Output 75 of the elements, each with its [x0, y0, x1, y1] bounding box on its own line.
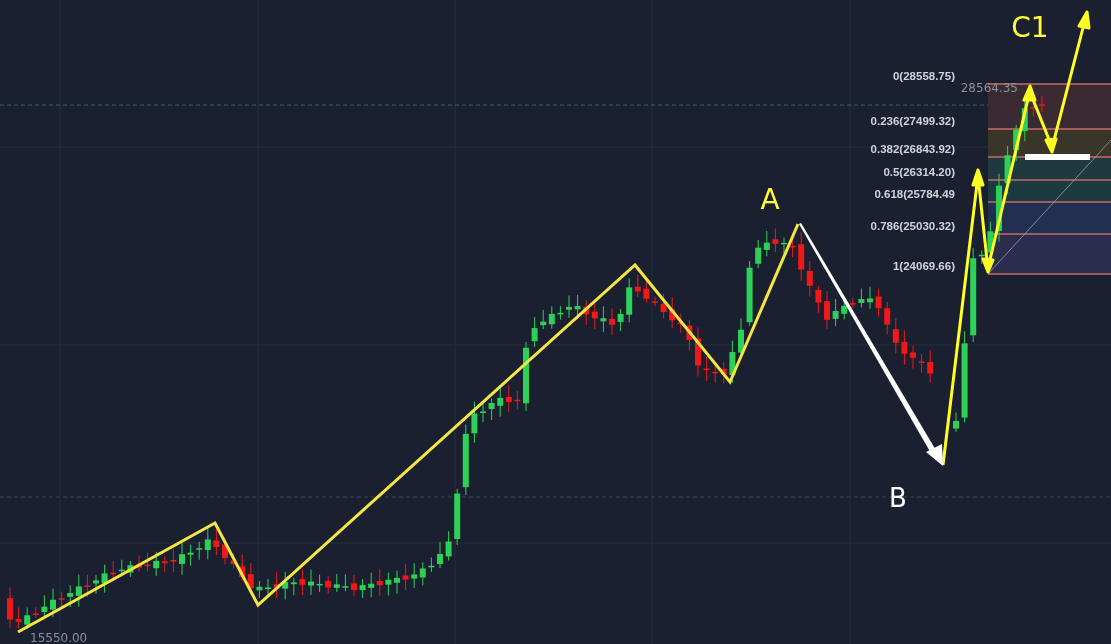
candle [351, 574, 357, 597]
fib-level-label: 0.786(25030.32) [870, 220, 955, 232]
candle [858, 288, 865, 309]
candle [84, 574, 91, 598]
candle [437, 541, 443, 569]
candle [136, 555, 142, 572]
candle [127, 560, 134, 578]
candle [875, 287, 882, 318]
fib-level-label: 0(28558.75) [892, 70, 955, 82]
candle [359, 578, 366, 599]
candle [531, 316, 538, 348]
fib-level-label: 0.236(27499.32) [870, 115, 955, 127]
candle [746, 260, 753, 327]
candle [41, 594, 48, 619]
fib-level-label: 1(24069.66) [892, 260, 955, 272]
candle [703, 356, 710, 382]
candle [600, 305, 607, 333]
candle [230, 552, 237, 569]
candle [609, 307, 615, 336]
candle [428, 557, 435, 573]
candle [1039, 95, 1045, 113]
candle [824, 290, 830, 330]
candle [273, 571, 280, 599]
candle [488, 398, 495, 421]
wave-label: C1 [1011, 11, 1049, 44]
candle [402, 563, 409, 591]
candle [93, 574, 99, 595]
candle [445, 530, 452, 562]
candle [222, 537, 228, 565]
candle [523, 341, 529, 412]
candle [50, 587, 56, 618]
candle [514, 390, 521, 410]
candle [308, 569, 314, 596]
current-price-label: 28564.35 [960, 81, 1018, 95]
candle [686, 319, 693, 351]
candle [910, 345, 916, 370]
candle [170, 548, 177, 573]
candle [101, 564, 108, 594]
candle [385, 572, 392, 596]
candle [58, 591, 65, 609]
candle [781, 237, 787, 255]
candle [953, 411, 959, 433]
candle [918, 353, 925, 374]
candle [316, 574, 323, 593]
candle [901, 329, 908, 366]
candle [617, 308, 624, 332]
candle [144, 552, 151, 572]
wave-label: A [760, 183, 780, 216]
candle [566, 294, 572, 319]
candle [471, 401, 478, 444]
candle [815, 285, 822, 314]
fib-level-label: 0.382(26843.92) [870, 143, 955, 155]
candle [832, 298, 839, 327]
candle [557, 305, 564, 321]
candle [179, 541, 185, 576]
candle [256, 580, 263, 599]
candle [7, 587, 13, 629]
candle [213, 528, 220, 556]
fib-level-label: 0.5(26314.20) [883, 166, 955, 178]
low-price-label: 15550.00 [30, 631, 88, 644]
candle [867, 286, 873, 310]
candle [652, 296, 658, 307]
fib-level-label: 0.618(25784.49 [874, 188, 955, 200]
candle [299, 569, 306, 596]
candle [772, 228, 779, 253]
level-marker [1025, 154, 1090, 160]
candle [15, 606, 22, 629]
candle [394, 570, 400, 595]
candle [695, 327, 701, 377]
candle [187, 544, 194, 567]
candle [927, 349, 934, 383]
wave-label: B [889, 483, 907, 513]
candle [480, 401, 486, 423]
candle [660, 293, 667, 319]
candle [342, 573, 349, 592]
